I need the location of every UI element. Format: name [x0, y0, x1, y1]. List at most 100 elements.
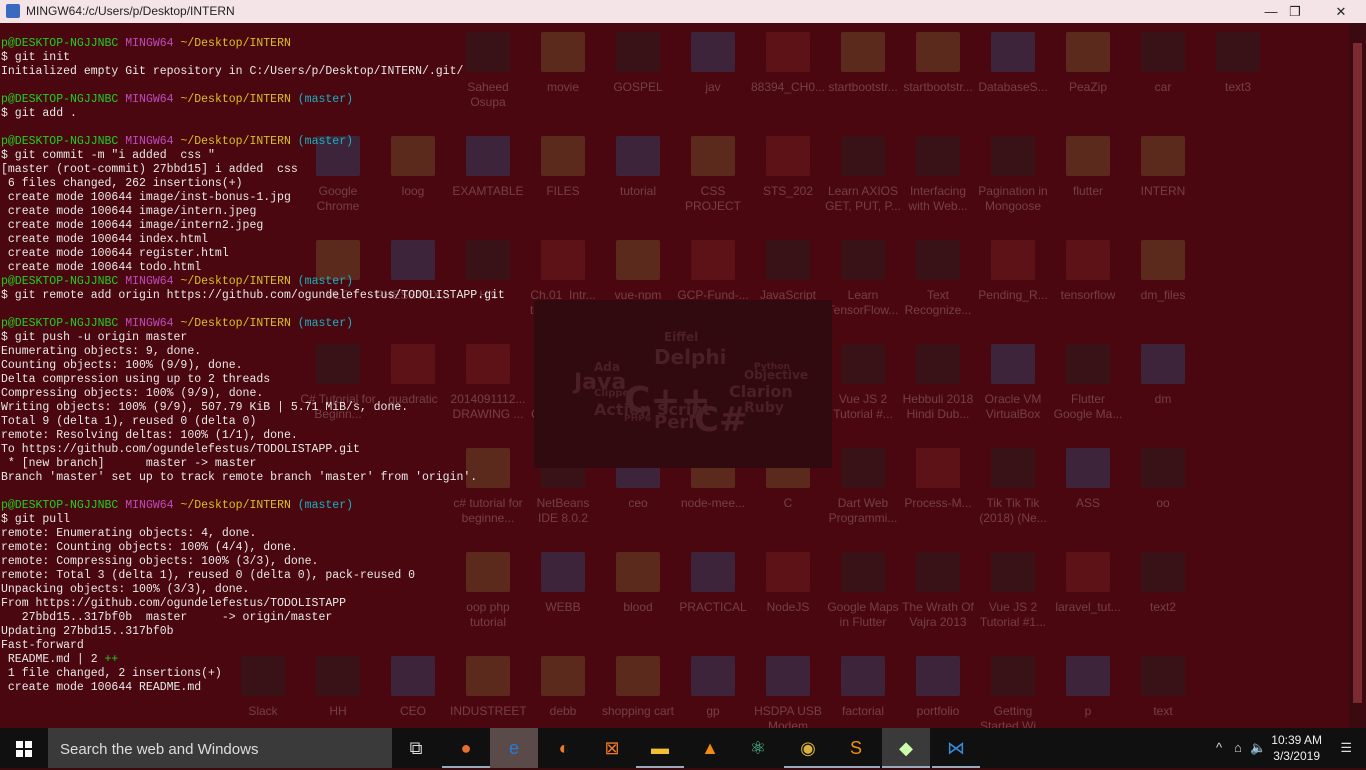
terminal-line: Fast-forward [1, 639, 1341, 653]
terminal-text-segment: To https://github.com/ogundelefestus/TOD… [1, 443, 360, 456]
terminal-line: p@DESKTOP-NGJJNBC MINGW64 ~/Desktop/INTE… [1, 135, 1341, 149]
scrollbar[interactable] [1349, 23, 1366, 728]
terminal-text-segment: create mode 100644 image/intern2.jpeg [1, 219, 264, 232]
close-button[interactable]: ✕ [1318, 0, 1364, 23]
task-view-taskbar-icon[interactable]: ⧉ [392, 728, 440, 768]
terminal-text-segment: MINGW64 [125, 499, 181, 512]
terminal-line: $ git init [1, 51, 1341, 65]
terminal-text-segment: ~/Desktop/INTERN [180, 317, 298, 330]
terminal-text-segment: (master) [297, 135, 353, 148]
edge-taskbar-icon[interactable]: e [490, 728, 538, 768]
terminal-line: p@DESKTOP-NGJJNBC MINGW64 ~/Desktop/INTE… [1, 37, 1341, 51]
git-bash-window[interactable]: MINGW64:/c/Users/p/Desktop/INTERN — ❐ ✕ … [0, 0, 1366, 728]
terminal-text-segment: From https://github.com/ogundelefestus/T… [1, 597, 347, 610]
terminal-text-segment: Fast-forward [1, 639, 84, 652]
terminal-line: Compressing objects: 100% (9/9), done. [1, 387, 1341, 401]
terminal-line: create mode 100644 README.md [1, 681, 1341, 695]
show-hidden-icons-icon[interactable]: ^ [1216, 740, 1222, 755]
start-button[interactable] [0, 728, 48, 768]
terminal-text-segment: MINGW64 [125, 37, 181, 50]
volume-icon[interactable]: 🔈 [1250, 740, 1266, 756]
terminal-line: To https://github.com/ogundelefestus/TOD… [1, 443, 1341, 457]
search-input[interactable] [48, 728, 392, 770]
atom-taskbar-icon[interactable]: ⚛ [734, 728, 782, 768]
terminal-text-segment: ++ [104, 653, 119, 666]
search-box[interactable] [48, 728, 392, 770]
terminal-line: Total 9 (delta 1), reused 0 (delta 0) [1, 415, 1341, 429]
window-title: MINGW64:/c/Users/p/Desktop/INTERN [26, 4, 235, 18]
file-explorer-taskbar-icon[interactable]: ▬ [636, 728, 684, 768]
system-tray: ^ ⌂ 🔈 10:39 AM 3/3/2019 ☰ [1216, 728, 1366, 768]
terminal-line: 1 file changed, 2 insertions(+) [1, 667, 1341, 681]
terminal-output[interactable]: p@DESKTOP-NGJJNBC MINGW64 ~/Desktop/INTE… [1, 37, 1341, 695]
terminal-text-segment: ~/Desktop/INTERN [180, 499, 298, 512]
terminal-text-segment: README.md | 2 [1, 653, 105, 666]
terminal-line: create mode 100644 register.html [1, 247, 1341, 261]
terminal-line: remote: Compressing objects: 100% (3/3),… [1, 555, 1341, 569]
restore-button[interactable]: ❐ [1272, 0, 1318, 23]
terminal-text-segment: $ git init [1, 51, 71, 64]
terminal-text-segment: create mode 100644 index.html [1, 233, 209, 246]
terminal-text-segment: MINGW64 [125, 275, 181, 288]
terminal-line: remote: Resolving deltas: 100% (1/1), do… [1, 429, 1341, 443]
terminal-text-segment: remote: Total 3 (delta 1), reused 0 (del… [1, 569, 416, 582]
terminal-line: Branch 'master' set up to track remote b… [1, 471, 1341, 485]
terminal-text-segment: Branch 'master' set up to track remote b… [1, 471, 478, 484]
clock-time: 10:39 AM [1271, 733, 1322, 747]
xampp-taskbar-icon[interactable]: ⊠ [588, 728, 636, 768]
terminal-line: remote: Counting objects: 100% (4/4), do… [1, 541, 1341, 555]
terminal-line: p@DESKTOP-NGJJNBC MINGW64 ~/Desktop/INTE… [1, 275, 1341, 289]
terminal-line: $ git add . [1, 107, 1341, 121]
terminal-line: 27bbd15..317bf0b master -> origin/master [1, 611, 1341, 625]
terminal-text-segment: Total 9 (delta 1), reused 0 (delta 0) [1, 415, 257, 428]
terminal-text-segment: 6 files changed, 262 insertions(+) [1, 177, 243, 190]
terminal-line: remote: Enumerating objects: 4, done. [1, 527, 1341, 541]
title-bar[interactable]: MINGW64:/c/Users/p/Desktop/INTERN — ❐ ✕ [0, 0, 1366, 23]
terminal-line: Enumerating objects: 9, done. [1, 345, 1341, 359]
terminal-line: $ git pull [1, 513, 1341, 527]
mingw-icon [6, 4, 20, 18]
terminal-text-segment: Counting objects: 100% (9/9), done. [1, 359, 243, 372]
terminal-text-segment: Updating 27bbd15..317bf0b [1, 625, 174, 638]
terminal-text-segment: remote: Resolving deltas: 100% (1/1), do… [1, 429, 298, 442]
vscode-taskbar-icon[interactable]: ⋈ [932, 728, 980, 768]
terminal-text-segment: $ git push -u origin master [1, 331, 188, 344]
sublime-taskbar-icon[interactable]: S [832, 728, 880, 768]
notifications-icon[interactable]: ☰ [1340, 740, 1352, 756]
terminal-line: create mode 100644 todo.html [1, 261, 1341, 275]
clock[interactable]: 10:39 AM 3/3/2019 [1271, 732, 1322, 764]
vlc-taskbar-icon[interactable]: ▲ [686, 728, 734, 768]
terminal-text-segment: $ git pull [1, 513, 71, 526]
terminal-line: $ git push -u origin master [1, 331, 1341, 345]
scrollbar-thumb[interactable] [1353, 43, 1362, 703]
terminal-text-segment: (master) [297, 93, 353, 106]
terminal-text-segment: MINGW64 [125, 135, 181, 148]
terminal-text-segment: ~/Desktop/INTERN [180, 135, 298, 148]
git-bash-taskbar-icon[interactable]: ◆ [882, 728, 930, 768]
terminal-line: $ git remote add origin https://github.c… [1, 289, 1341, 303]
terminal-line: $ git commit -m "i added css " [1, 149, 1341, 163]
terminal-text-segment: 27bbd15..317bf0b master -> origin/master [1, 611, 333, 624]
taskbar: ⧉●e◐⊠▬▲⚛◉S◆⋈ ^ ⌂ 🔈 10:39 AM 3/3/2019 ☰ [0, 728, 1366, 770]
firefox-taskbar-icon[interactable]: ● [442, 728, 490, 768]
terminal-line: create mode 100644 index.html [1, 233, 1341, 247]
terminal-line: p@DESKTOP-NGJJNBC MINGW64 ~/Desktop/INTE… [1, 317, 1341, 331]
terminal-line: create mode 100644 image/intern.jpeg [1, 205, 1341, 219]
terminal-text-segment: (master) [297, 499, 353, 512]
chrome-taskbar-icon[interactable]: ◉ [784, 728, 832, 768]
terminal-text-segment: p@DESKTOP-NGJJNBC [1, 93, 126, 106]
terminal-text-segment: Writing objects: 100% (9/9), 507.79 KiB … [1, 401, 409, 414]
terminal-text-segment: Compressing objects: 100% (9/9), done. [1, 387, 264, 400]
terminal-line: p@DESKTOP-NGJJNBC MINGW64 ~/Desktop/INTE… [1, 93, 1341, 107]
terminal-text-segment: 1 file changed, 2 insertions(+) [1, 667, 222, 680]
terminal-text-segment: p@DESKTOP-NGJJNBC [1, 317, 126, 330]
network-icon[interactable]: ⌂ [1234, 740, 1242, 755]
jupyter-taskbar-icon[interactable]: ◐ [540, 728, 588, 768]
terminal-text-segment: p@DESKTOP-NGJJNBC [1, 499, 126, 512]
terminal-text-segment: Initialized empty Git repository in C:/U… [1, 65, 464, 78]
terminal-text-segment: create mode 100644 README.md [1, 681, 202, 694]
terminal-text-segment: MINGW64 [125, 93, 181, 106]
